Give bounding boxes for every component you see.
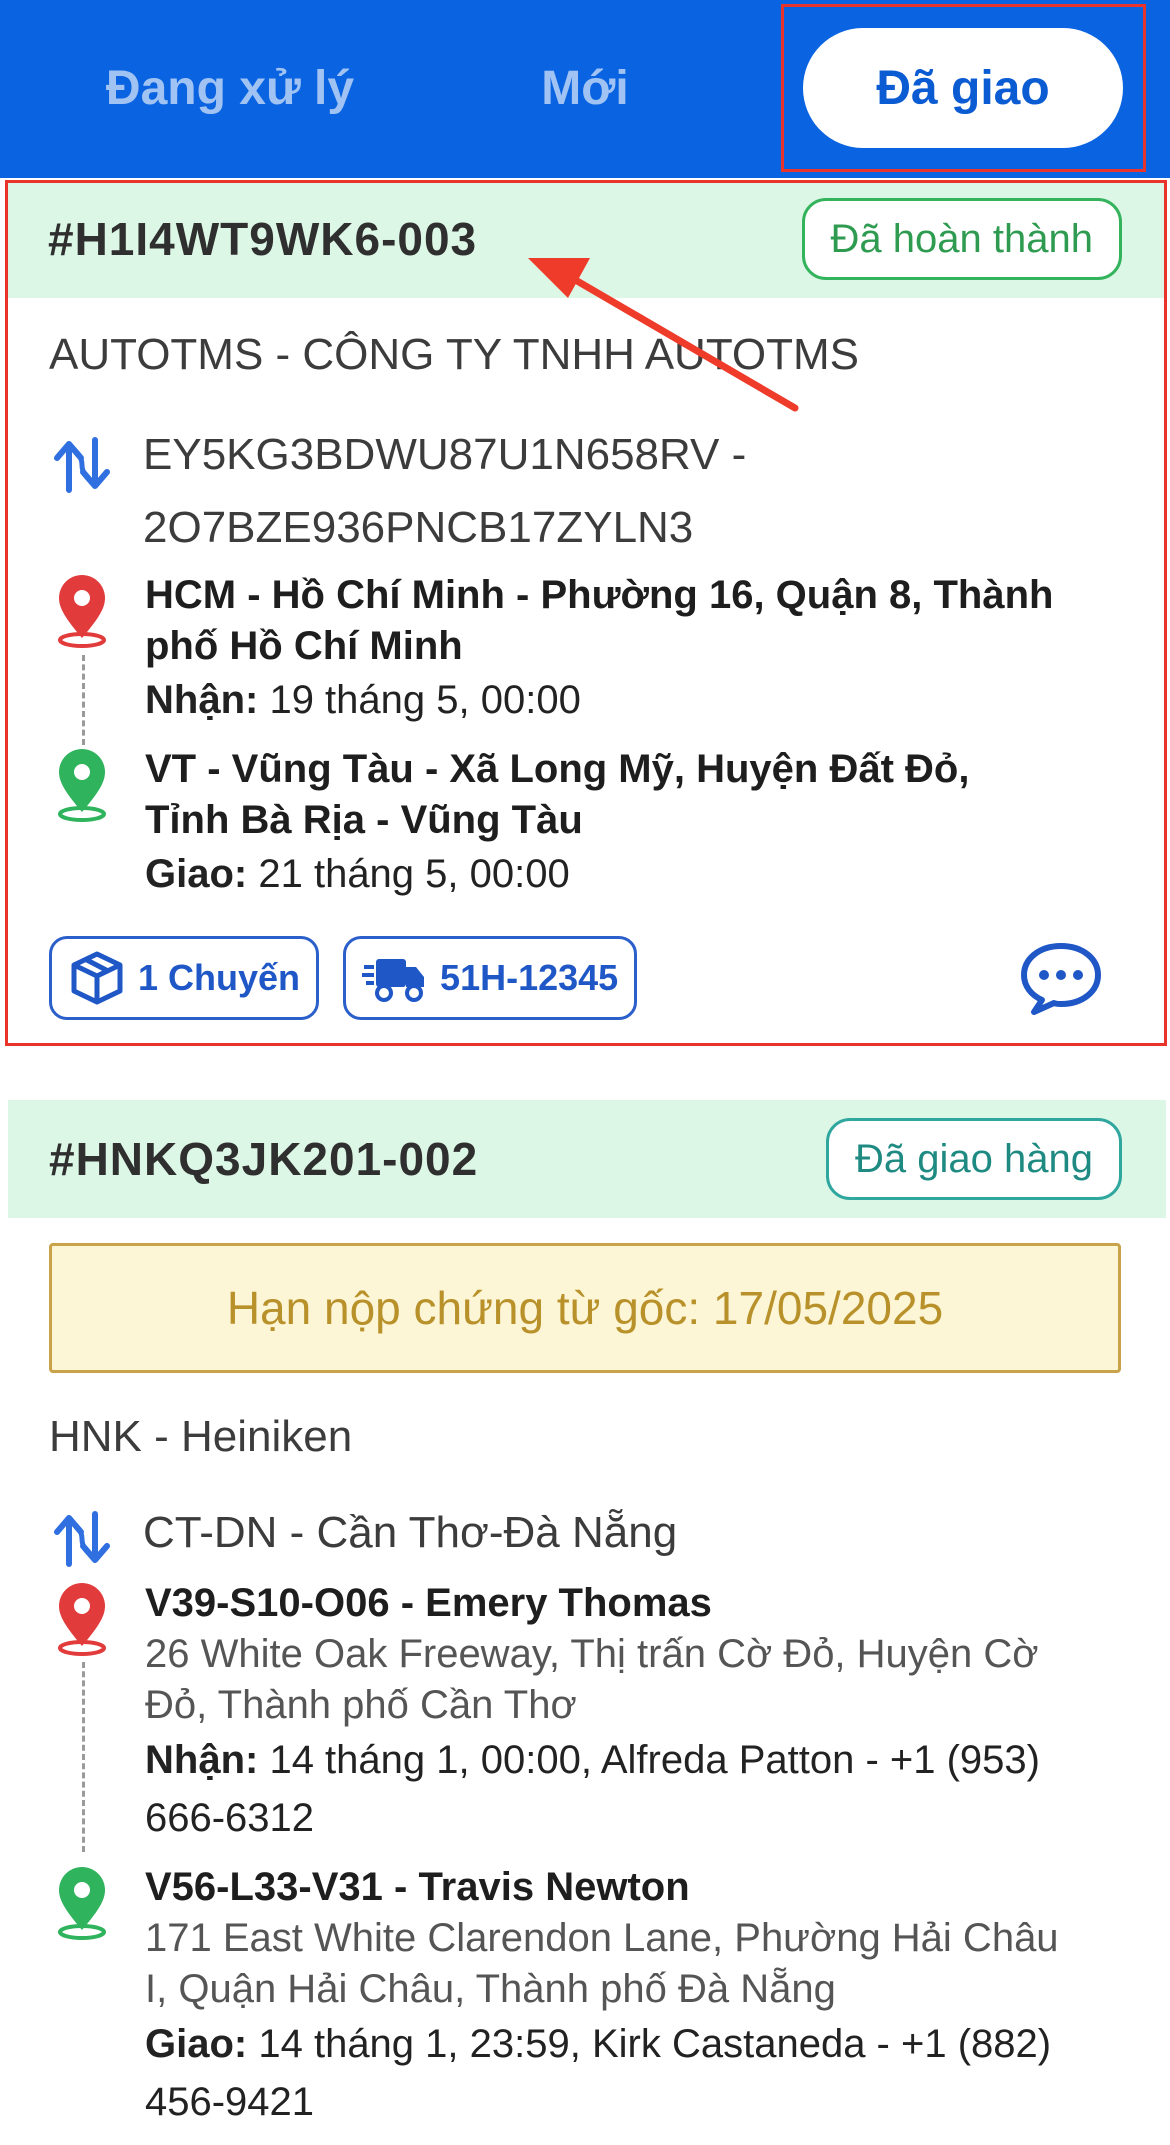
- pickup-time-value: 19 tháng 5, 00:00: [258, 678, 581, 722]
- pickup-stop: HCM - Hồ Chí Minh - Phường 16, Quận 8, T…: [49, 570, 1129, 728]
- delivery-time-label: Giao:: [145, 852, 248, 896]
- vehicle-chip[interactable]: 51H-12345: [343, 936, 638, 1020]
- pickup-time: Nhận: 14 tháng 1, 00:00, Alfreda Patton …: [145, 1731, 1129, 1789]
- pickup-time: Nhận: 19 tháng 5, 00:00: [145, 672, 1129, 728]
- vehicle-plate: 51H-12345: [440, 957, 619, 998]
- delivery-time-label: Giao:: [145, 2022, 248, 2066]
- pickup-time-label: Nhận:: [145, 678, 259, 722]
- pickup-title-line1: HCM - Hồ Chí Minh - Phường 16, Quận 8, T…: [145, 573, 1054, 617]
- status-badge: Đã hoàn thành: [801, 198, 1122, 280]
- document-deadline-banner: Hạn nộp chứng từ gốc: 17/05/2025: [49, 1243, 1121, 1373]
- delivery-title-line2: Tỉnh Bà Rịa - Vũng Tàu: [145, 798, 583, 842]
- route-connector: [82, 1662, 85, 1852]
- pickup-phone-cont: 666-6312: [145, 1796, 315, 1840]
- tab-processing[interactable]: Đang xử lý: [40, 28, 420, 148]
- delivery-stop: VT - Vũng Tàu - Xã Long Mỹ, Huyện Đất Đỏ…: [49, 744, 1129, 902]
- tab-new[interactable]: Mới: [420, 28, 750, 148]
- customer-company: AUTOTMS - CÔNG TY TNHH AUTOTMS: [49, 330, 860, 379]
- chat-icon[interactable]: [1020, 940, 1102, 1016]
- order-card-header[interactable]: #H1I4WT9WK6-003 Đã hoàn thành: [8, 182, 1166, 298]
- delivery-address-line2: I, Quận Hải Châu, Thành phố Đà Nẵng: [145, 1967, 836, 2011]
- highlight-box-tab: [781, 4, 1146, 172]
- delivery-time: Giao: 21 tháng 5, 00:00: [145, 846, 1129, 902]
- delivery-pin-icon: [58, 749, 106, 822]
- pickup-address-line1: 26 White Oak Freeway, Thị trấn Cờ Đỏ, Hu…: [145, 1632, 1039, 1676]
- order-id: #H1I4WT9WK6-003: [48, 213, 478, 265]
- pickup-title: V39-S10-O06 - Emery Thomas: [145, 1581, 712, 1625]
- pickup-address-line2: Đỏ, Thành phố Cần Thơ: [145, 1683, 577, 1727]
- order-id: #HNKQ3JK201-002: [49, 1133, 479, 1185]
- delivery-title: V56-L33-V31 - Travis Newton: [145, 1865, 690, 1909]
- route-info: CT-DN - Cần Thơ-Đà Nẵng: [49, 1496, 677, 1572]
- delivery-time-value: 21 tháng 5, 00:00: [247, 852, 570, 896]
- delivery-time-value: 14 tháng 1, 23:59, Kirk Castaneda - +1 (…: [247, 2022, 1052, 2066]
- delivery-phone-cont: 456-9421: [145, 2080, 315, 2124]
- delivery-pin-icon: [58, 1867, 106, 1940]
- pickup-pin-icon: [58, 1583, 106, 1656]
- route-code-line1: EY5KG3BDWU87U1N658RV -: [143, 430, 747, 479]
- delivery-title-line1: VT - Vũng Tàu - Xã Long Mỹ, Huyện Đất Đỏ…: [145, 747, 970, 791]
- trips-chip[interactable]: 1 Chuyến: [49, 936, 320, 1020]
- truck-icon: [362, 959, 425, 1002]
- pickup-time-label: Nhận:: [145, 1738, 259, 1782]
- delivery-stop: V56-L33-V31 - Travis Newton 171 East Whi…: [49, 1862, 1129, 2131]
- trips-label: 1 Chuyến: [138, 957, 301, 998]
- pickup-stop: V39-S10-O06 - Emery Thomas 26 White Oak …: [49, 1578, 1129, 1847]
- route-swap-icon: [54, 1511, 110, 1567]
- route-connector: [82, 655, 85, 745]
- route-swap-icon: [54, 437, 110, 493]
- order-chips: 1 Chuyến 51H-12345: [49, 936, 638, 1020]
- pickup-pin-icon: [58, 575, 106, 648]
- route-name: CT-DN - Cần Thơ-Đà Nẵng: [143, 1508, 678, 1557]
- package-icon: [71, 951, 123, 1005]
- pickup-time-value: 14 tháng 1, 00:00, Alfreda Patton - +1 (…: [258, 1738, 1040, 1782]
- delivery-address-line1: 171 East White Clarendon Lane, Phường Hả…: [145, 1916, 1059, 1960]
- status-badge: Đã giao hàng: [826, 1118, 1122, 1200]
- route-info: EY5KG3BDWU87U1N658RV - 2O7BZE936PNCB17ZY…: [49, 418, 746, 564]
- pickup-title-line2: phố Hồ Chí Minh: [145, 624, 463, 668]
- route-code-line2: 2O7BZE936PNCB17ZYLN3: [143, 503, 694, 552]
- delivery-time: Giao: 14 tháng 1, 23:59, Kirk Castaneda …: [145, 2015, 1129, 2073]
- order-card-header[interactable]: #HNKQ3JK201-002 Đã giao hàng: [8, 1100, 1166, 1218]
- customer-company: HNK - Heiniken: [49, 1412, 353, 1461]
